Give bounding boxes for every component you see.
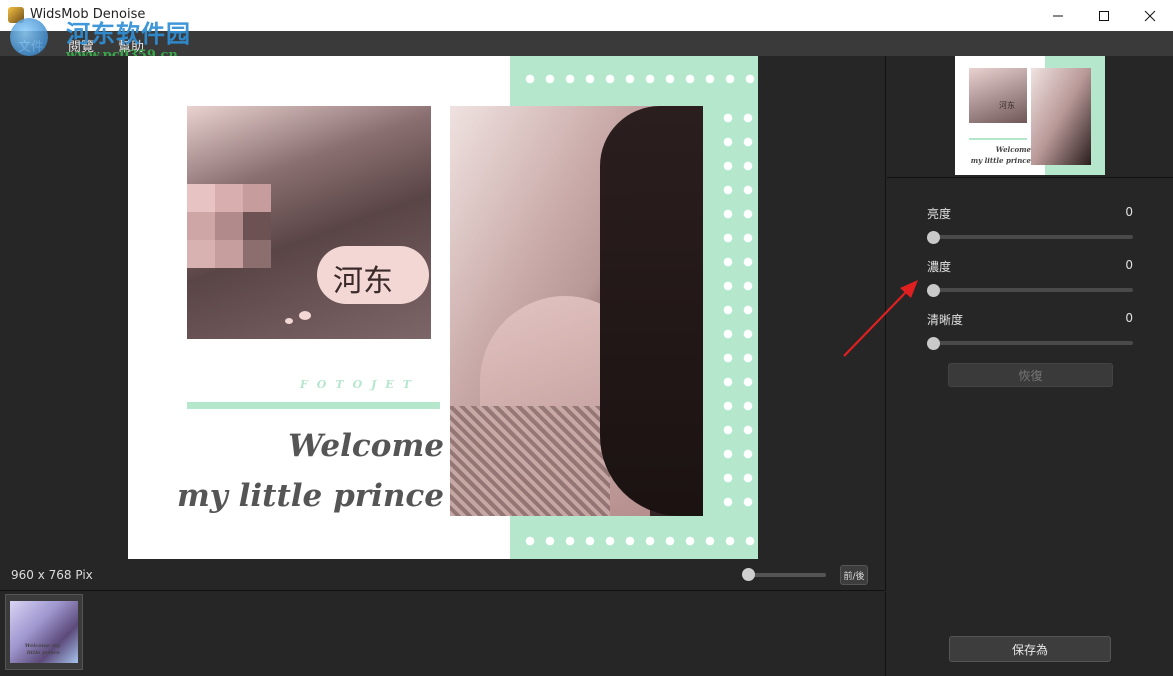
menu-file[interactable]: 文件 — [18, 36, 44, 55]
zoom-slider-track[interactable] — [746, 573, 826, 577]
preview-welcome-line-2: my little prince — [970, 156, 1031, 165]
portrait-hair — [600, 106, 703, 516]
mint-divider — [187, 402, 440, 409]
dot-pattern-bottom — [520, 535, 756, 547]
brightness-slider-track[interactable] — [934, 235, 1133, 239]
filmstrip: Welcome my little prince — [0, 592, 886, 676]
cloud-bubble — [299, 311, 311, 320]
portrait-lace — [450, 406, 610, 516]
zoom-slider-thumb[interactable] — [742, 568, 755, 581]
sharpness-label: 清晰度 — [927, 313, 964, 327]
saturation-slider-track[interactable] — [934, 288, 1133, 292]
preview-photo-right — [1031, 68, 1091, 165]
preview-welcome: Welcome my little prince — [961, 144, 1031, 166]
saturation-value: 0 — [1125, 258, 1133, 272]
window-title: WidsMob Denoise — [30, 7, 146, 22]
preview-cloud-text: 河东 — [999, 101, 1015, 110]
thumbnail-caption: Welcome my little prince — [24, 643, 60, 656]
dot-pattern-col-2 — [742, 106, 754, 516]
minimize-icon — [1053, 15, 1063, 16]
menu-view[interactable]: 閱覽 — [68, 36, 94, 55]
cloud-bubble — [285, 318, 293, 324]
close-button[interactable] — [1127, 0, 1173, 31]
photo-puppies: 河东 — [187, 106, 431, 339]
cloud-text: 河东 — [333, 264, 393, 299]
before-after-button[interactable]: 前/後 — [840, 565, 868, 585]
brand-text: FOTOJET — [300, 378, 420, 391]
sharpness-slider-track[interactable] — [934, 341, 1133, 345]
welcome-line-2: my little prince — [176, 478, 444, 514]
menu-bar: 文件 閱覽 幫助 — [0, 31, 1173, 56]
brightness-label: 亮度 — [927, 207, 952, 221]
main-image[interactable]: 河东 FOTOJET Welcome my little prince — [128, 56, 758, 559]
sharpness-slider-thumb[interactable] — [927, 337, 940, 350]
image-canvas: 河东 FOTOJET Welcome my little prince — [0, 56, 886, 565]
preview-divider — [969, 138, 1027, 140]
reset-button[interactable]: 恢復 — [948, 363, 1113, 387]
brightness-value: 0 — [1125, 205, 1133, 219]
thumbnail-image: Welcome my little prince — [10, 601, 78, 663]
preview-image: 河东 Welcome my little prince — [955, 56, 1105, 175]
saturation-slider-thumb[interactable] — [927, 284, 940, 297]
minimize-button[interactable] — [1035, 0, 1081, 31]
app-icon — [8, 7, 24, 23]
maximize-button[interactable] — [1081, 0, 1127, 31]
preview-photo-left — [969, 68, 1027, 123]
close-icon — [1144, 10, 1156, 21]
title-bar: WidsMob Denoise — [0, 0, 1173, 31]
dot-pattern-col-1 — [722, 106, 734, 516]
maximize-icon — [1099, 10, 1109, 21]
adjustment-panel: 河东 Welcome my little prince 亮度 0 濃度 0 清晰… — [887, 56, 1173, 676]
save-as-button[interactable]: 保存為 — [949, 636, 1111, 662]
app-window: WidsMob Denoise 文件 閱覽 幫助 河东软件园 www.pc035… — [0, 0, 1173, 676]
pixelated-area — [187, 184, 271, 268]
preview-area: 河东 Welcome my little prince — [887, 56, 1173, 178]
menu-help[interactable]: 幫助 — [118, 36, 144, 55]
sharpness-value: 0 — [1125, 311, 1133, 325]
image-size-label: 960 x 768 Pix — [11, 568, 93, 582]
preview-welcome-line-1: Welcome — [995, 145, 1031, 154]
status-bar: 960 x 768 Pix 前/後 — [0, 563, 886, 591]
photo-portrait — [450, 106, 703, 516]
saturation-label: 濃度 — [927, 260, 952, 274]
dot-pattern-top — [520, 73, 756, 85]
brightness-slider-thumb[interactable] — [927, 231, 940, 244]
welcome-line-1: Welcome — [288, 428, 444, 464]
filmstrip-thumbnail[interactable]: Welcome my little prince — [5, 594, 83, 670]
